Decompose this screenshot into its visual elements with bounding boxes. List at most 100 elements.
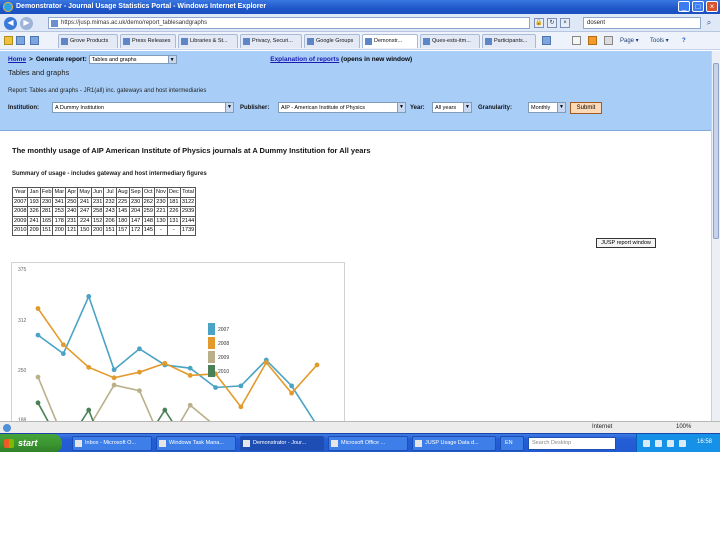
table-cell: 241 xyxy=(77,196,92,207)
close-button[interactable]: × xyxy=(706,1,718,12)
table-row: 2010 209 151 200 121 150 200 151 157 172 145- -1739 xyxy=(11,225,197,236)
ie-window: Demonstrator - Journal Usage Statistics … xyxy=(0,0,720,452)
task-jusp-data[interactable]: JUSP Usage Data d... xyxy=(412,436,496,451)
new-tab-icon[interactable] xyxy=(542,36,551,45)
table-cell: 2939 xyxy=(179,206,197,217)
search-input[interactable]: dosent xyxy=(583,17,701,29)
maximize-button[interactable]: □ xyxy=(692,1,704,12)
table-header-cell: Nov xyxy=(153,187,168,198)
table-cell: 241 xyxy=(27,215,41,226)
desktop-search-input[interactable]: Search Desktop xyxy=(528,437,616,450)
table-cell: 157 xyxy=(115,225,130,236)
add-favorite-icon[interactable] xyxy=(16,36,25,45)
institution-label: Institution: xyxy=(8,105,39,111)
tab-demonstrator[interactable]: Demonstr... xyxy=(362,34,418,48)
security-icon[interactable] xyxy=(667,440,674,447)
taskbar: start Inbox - Microsoft O... Windows Tas… xyxy=(0,433,720,452)
table-row: 2008 326 281 253 240 247 258 243 145 204 259 221 226… xyxy=(11,206,197,217)
forward-button[interactable]: ▶ xyxy=(20,17,33,30)
data-point-2007 xyxy=(238,383,244,389)
table-cell: 178 xyxy=(52,215,67,226)
data-point-2008 xyxy=(187,373,193,378)
filter-row: Institution: A Dummy Institution ▼ Publis… xyxy=(8,102,708,116)
tab-privacy[interactable]: Privacy, Securi... xyxy=(240,34,302,48)
vertical-scrollbar[interactable] xyxy=(711,51,720,421)
y-tick-label: 312 xyxy=(18,318,27,324)
zoom-level[interactable]: 100% xyxy=(676,424,691,430)
y-tick-label: 375 xyxy=(18,267,27,273)
ie-logo-icon xyxy=(3,2,13,12)
jusp-report-window-button[interactable]: JUSP report window xyxy=(596,238,656,248)
table-cell: 250 xyxy=(65,196,79,207)
publisher-select[interactable]: AIP - American Institute of Physics ▼ xyxy=(278,102,406,113)
url-field[interactable]: https://jusp.mimas.ac.uk/demo/report_tab… xyxy=(48,17,530,29)
language-indicator[interactable]: EN xyxy=(500,436,524,451)
task-task-manager[interactable]: Windows Task Mana... xyxy=(156,436,236,451)
stop-button[interactable]: × xyxy=(560,18,570,28)
task-demonstrator[interactable]: Demonstrator - Jour... xyxy=(240,436,324,451)
explanation-link[interactable]: Explanation of reports xyxy=(270,56,339,63)
y-tick-label: 250 xyxy=(18,368,27,374)
table-cell: 231 xyxy=(90,196,105,207)
table-cell: 253 xyxy=(52,206,67,217)
tab-grove-products[interactable]: Grove Products xyxy=(58,34,118,48)
favorites-star-icon[interactable] xyxy=(4,36,13,45)
tab-libraries[interactable]: Libraries & St... xyxy=(178,34,238,48)
scrollbar-thumb[interactable] xyxy=(713,63,719,239)
legend-label: 2009 xyxy=(218,355,229,361)
table-cell: 1739 xyxy=(179,225,197,236)
system-tray: 16:58 xyxy=(636,434,720,452)
table-cell: 230 xyxy=(39,196,54,207)
table-cell: 200 xyxy=(52,225,67,236)
refresh-button[interactable]: ↻ xyxy=(547,18,557,28)
table-cell: 121 xyxy=(65,225,79,236)
granularity-select[interactable]: Monthly ▼ xyxy=(528,102,566,113)
summary-subtitle: Summary of usage - includes gateway and … xyxy=(12,171,207,177)
task-inbox[interactable]: Inbox - Microsoft O... xyxy=(72,436,152,451)
tab-google-groups[interactable]: Google Groups xyxy=(304,34,360,48)
feeds-icon[interactable] xyxy=(588,36,597,45)
tools-menu[interactable]: Tools ▾ xyxy=(650,35,669,47)
tab-questions[interactable]: Ques-ests-itm... xyxy=(420,34,480,48)
update-icon[interactable] xyxy=(679,440,686,447)
year-select[interactable]: All years ▼ xyxy=(432,102,472,113)
home-icon[interactable] xyxy=(572,36,581,45)
institution-select[interactable]: A Dummy Institution ▼ xyxy=(52,102,234,113)
home-link[interactable]: Home xyxy=(8,56,26,63)
data-point-2008 xyxy=(238,404,244,410)
chevron-down-icon: ▼ xyxy=(225,103,233,112)
table-header-cell: Oct xyxy=(141,187,155,198)
lock-icon[interactable]: 🔒 xyxy=(534,18,544,28)
task-office[interactable]: Microsoft Office ... xyxy=(328,436,408,451)
clock: 16:58 xyxy=(697,439,713,445)
volume-icon[interactable] xyxy=(655,440,662,447)
back-button[interactable]: ◀ xyxy=(4,17,17,30)
submit-button[interactable]: Submit xyxy=(570,102,602,114)
table-cell: 230 xyxy=(128,196,143,207)
table-row: 2007 193 230 341 250 241 231 232 225 230 262 230 181… xyxy=(11,196,197,207)
generate-label: Generate report: xyxy=(35,56,87,64)
excel-icon xyxy=(415,440,422,447)
data-point-2008 xyxy=(60,342,66,348)
table-cell: 145 xyxy=(141,225,155,236)
report-type-select[interactable]: Tables and graphs ▼ xyxy=(88,55,177,64)
tab-press-releases[interactable]: Press Releases xyxy=(120,34,176,48)
windows-flag-icon xyxy=(4,439,14,448)
legend-swatch xyxy=(208,337,215,349)
tab-participants[interactable]: Participants... xyxy=(482,34,536,48)
network-icon[interactable] xyxy=(643,440,650,447)
task-manager-icon xyxy=(159,440,166,447)
chevron-down-icon: ▼ xyxy=(167,56,176,63)
search-go-icon[interactable]: ⌕ xyxy=(703,18,715,29)
minimize-button[interactable]: _ xyxy=(678,1,690,12)
page-menu[interactable]: Page ▾ xyxy=(620,35,639,47)
print-icon[interactable] xyxy=(604,36,613,45)
table-cell: 148 xyxy=(141,215,155,226)
table-header-cell: Mar xyxy=(52,187,67,198)
table-cell: 247 xyxy=(77,206,92,217)
start-button[interactable]: start xyxy=(0,434,62,452)
help-icon[interactable]: ? xyxy=(682,35,686,47)
usage-table: Year Jan Feb Mar Apr May Jun Jul Aug Sep Oct Nov Dec… xyxy=(11,187,197,236)
tab-list-icon[interactable] xyxy=(30,36,39,45)
tab-favicon-icon xyxy=(485,38,492,45)
